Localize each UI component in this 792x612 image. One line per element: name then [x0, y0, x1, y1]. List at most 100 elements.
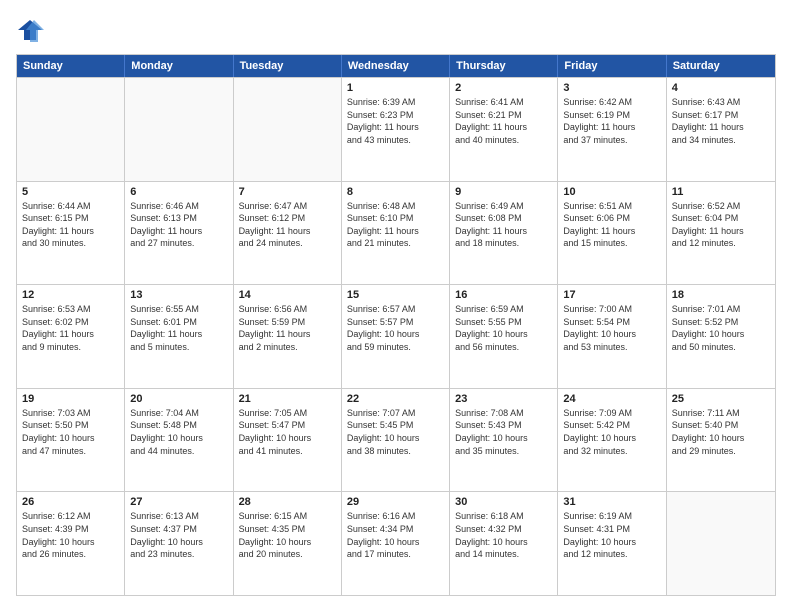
cell-line: Daylight: 10 hours — [347, 328, 444, 341]
calendar-header-cell: Saturday — [667, 55, 775, 77]
day-number: 31 — [563, 496, 660, 508]
cell-line: Daylight: 11 hours — [563, 225, 660, 238]
cell-line: Sunset: 6:08 PM — [455, 212, 552, 225]
cell-line: Daylight: 11 hours — [563, 121, 660, 134]
calendar-cell — [17, 78, 125, 181]
cell-line: Sunrise: 7:05 AM — [239, 407, 336, 420]
calendar-week-row: 1Sunrise: 6:39 AMSunset: 6:23 PMDaylight… — [17, 77, 775, 181]
logo-icon — [16, 16, 44, 44]
day-number: 27 — [130, 496, 227, 508]
cell-line: and 2 minutes. — [239, 341, 336, 354]
day-number: 3 — [563, 82, 660, 94]
cell-line: and 12 minutes. — [672, 237, 770, 250]
calendar-header-cell: Tuesday — [234, 55, 342, 77]
cell-line: Sunrise: 6:13 AM — [130, 510, 227, 523]
cell-line: and 14 minutes. — [455, 548, 552, 561]
calendar-cell — [125, 78, 233, 181]
calendar-cell: 31Sunrise: 6:19 AMSunset: 4:31 PMDayligh… — [558, 492, 666, 595]
day-number: 8 — [347, 186, 444, 198]
day-number: 4 — [672, 82, 770, 94]
calendar-cell: 21Sunrise: 7:05 AMSunset: 5:47 PMDayligh… — [234, 389, 342, 492]
cell-line: Sunset: 6:13 PM — [130, 212, 227, 225]
cell-line: and 40 minutes. — [455, 134, 552, 147]
day-number: 24 — [563, 393, 660, 405]
cell-line: Sunrise: 7:04 AM — [130, 407, 227, 420]
cell-line: Sunset: 6:06 PM — [563, 212, 660, 225]
cell-line: Sunset: 6:04 PM — [672, 212, 770, 225]
cell-line: Sunset: 6:02 PM — [22, 316, 119, 329]
cell-line: Sunrise: 6:57 AM — [347, 303, 444, 316]
calendar-cell: 1Sunrise: 6:39 AMSunset: 6:23 PMDaylight… — [342, 78, 450, 181]
calendar-cell: 24Sunrise: 7:09 AMSunset: 5:42 PMDayligh… — [558, 389, 666, 492]
day-number: 11 — [672, 186, 770, 198]
cell-line: and 29 minutes. — [672, 445, 770, 458]
day-number: 25 — [672, 393, 770, 405]
cell-line: Daylight: 11 hours — [672, 121, 770, 134]
calendar-cell: 4Sunrise: 6:43 AMSunset: 6:17 PMDaylight… — [667, 78, 775, 181]
day-number: 19 — [22, 393, 119, 405]
cell-line: Daylight: 11 hours — [239, 328, 336, 341]
cell-line: Sunset: 6:10 PM — [347, 212, 444, 225]
calendar-body: 1Sunrise: 6:39 AMSunset: 6:23 PMDaylight… — [17, 77, 775, 595]
calendar-cell: 27Sunrise: 6:13 AMSunset: 4:37 PMDayligh… — [125, 492, 233, 595]
calendar-cell: 7Sunrise: 6:47 AMSunset: 6:12 PMDaylight… — [234, 182, 342, 285]
day-number: 6 — [130, 186, 227, 198]
cell-line: Daylight: 10 hours — [239, 432, 336, 445]
day-number: 16 — [455, 289, 552, 301]
calendar-week-row: 26Sunrise: 6:12 AMSunset: 4:39 PMDayligh… — [17, 491, 775, 595]
calendar-cell: 3Sunrise: 6:42 AMSunset: 6:19 PMDaylight… — [558, 78, 666, 181]
day-number: 15 — [347, 289, 444, 301]
cell-line: Sunset: 4:39 PM — [22, 523, 119, 536]
cell-line: Daylight: 10 hours — [239, 536, 336, 549]
calendar-cell: 29Sunrise: 6:16 AMSunset: 4:34 PMDayligh… — [342, 492, 450, 595]
cell-line: and 20 minutes. — [239, 548, 336, 561]
cell-line: Daylight: 10 hours — [22, 536, 119, 549]
cell-line: Sunset: 5:47 PM — [239, 419, 336, 432]
calendar-cell: 28Sunrise: 6:15 AMSunset: 4:35 PMDayligh… — [234, 492, 342, 595]
cell-line: and 35 minutes. — [455, 445, 552, 458]
cell-line: Sunset: 5:57 PM — [347, 316, 444, 329]
cell-line: and 34 minutes. — [672, 134, 770, 147]
cell-line: and 30 minutes. — [22, 237, 119, 250]
day-number: 12 — [22, 289, 119, 301]
cell-line: Daylight: 10 hours — [347, 536, 444, 549]
calendar-cell: 20Sunrise: 7:04 AMSunset: 5:48 PMDayligh… — [125, 389, 233, 492]
calendar: SundayMondayTuesdayWednesdayThursdayFrid… — [16, 54, 776, 596]
cell-line: Sunset: 4:35 PM — [239, 523, 336, 536]
day-number: 13 — [130, 289, 227, 301]
calendar-cell: 30Sunrise: 6:18 AMSunset: 4:32 PMDayligh… — [450, 492, 558, 595]
cell-line: Sunset: 6:15 PM — [22, 212, 119, 225]
cell-line: Daylight: 11 hours — [130, 328, 227, 341]
calendar-cell: 11Sunrise: 6:52 AMSunset: 6:04 PMDayligh… — [667, 182, 775, 285]
cell-line: Daylight: 10 hours — [563, 536, 660, 549]
calendar-cell: 5Sunrise: 6:44 AMSunset: 6:15 PMDaylight… — [17, 182, 125, 285]
day-number: 29 — [347, 496, 444, 508]
calendar-cell: 17Sunrise: 7:00 AMSunset: 5:54 PMDayligh… — [558, 285, 666, 388]
cell-line: Sunset: 5:54 PM — [563, 316, 660, 329]
calendar-header-cell: Monday — [125, 55, 233, 77]
calendar-header-cell: Sunday — [17, 55, 125, 77]
cell-line: and 24 minutes. — [239, 237, 336, 250]
cell-line: Sunrise: 6:43 AM — [672, 96, 770, 109]
cell-line: Daylight: 10 hours — [455, 328, 552, 341]
cell-line: and 17 minutes. — [347, 548, 444, 561]
cell-line: Sunrise: 6:55 AM — [130, 303, 227, 316]
cell-line: Sunrise: 6:47 AM — [239, 200, 336, 213]
calendar-cell: 26Sunrise: 6:12 AMSunset: 4:39 PMDayligh… — [17, 492, 125, 595]
cell-line: Sunrise: 6:49 AM — [455, 200, 552, 213]
calendar-cell: 14Sunrise: 6:56 AMSunset: 5:59 PMDayligh… — [234, 285, 342, 388]
day-number: 14 — [239, 289, 336, 301]
cell-line: Sunrise: 7:00 AM — [563, 303, 660, 316]
cell-line: Daylight: 11 hours — [347, 225, 444, 238]
cell-line: and 50 minutes. — [672, 341, 770, 354]
calendar-cell: 12Sunrise: 6:53 AMSunset: 6:02 PMDayligh… — [17, 285, 125, 388]
cell-line: Sunset: 4:31 PM — [563, 523, 660, 536]
cell-line: and 9 minutes. — [22, 341, 119, 354]
cell-line: Sunrise: 6:12 AM — [22, 510, 119, 523]
day-number: 22 — [347, 393, 444, 405]
cell-line: and 44 minutes. — [130, 445, 227, 458]
day-number: 5 — [22, 186, 119, 198]
cell-line: and 5 minutes. — [130, 341, 227, 354]
cell-line: Daylight: 11 hours — [130, 225, 227, 238]
cell-line: Daylight: 11 hours — [347, 121, 444, 134]
